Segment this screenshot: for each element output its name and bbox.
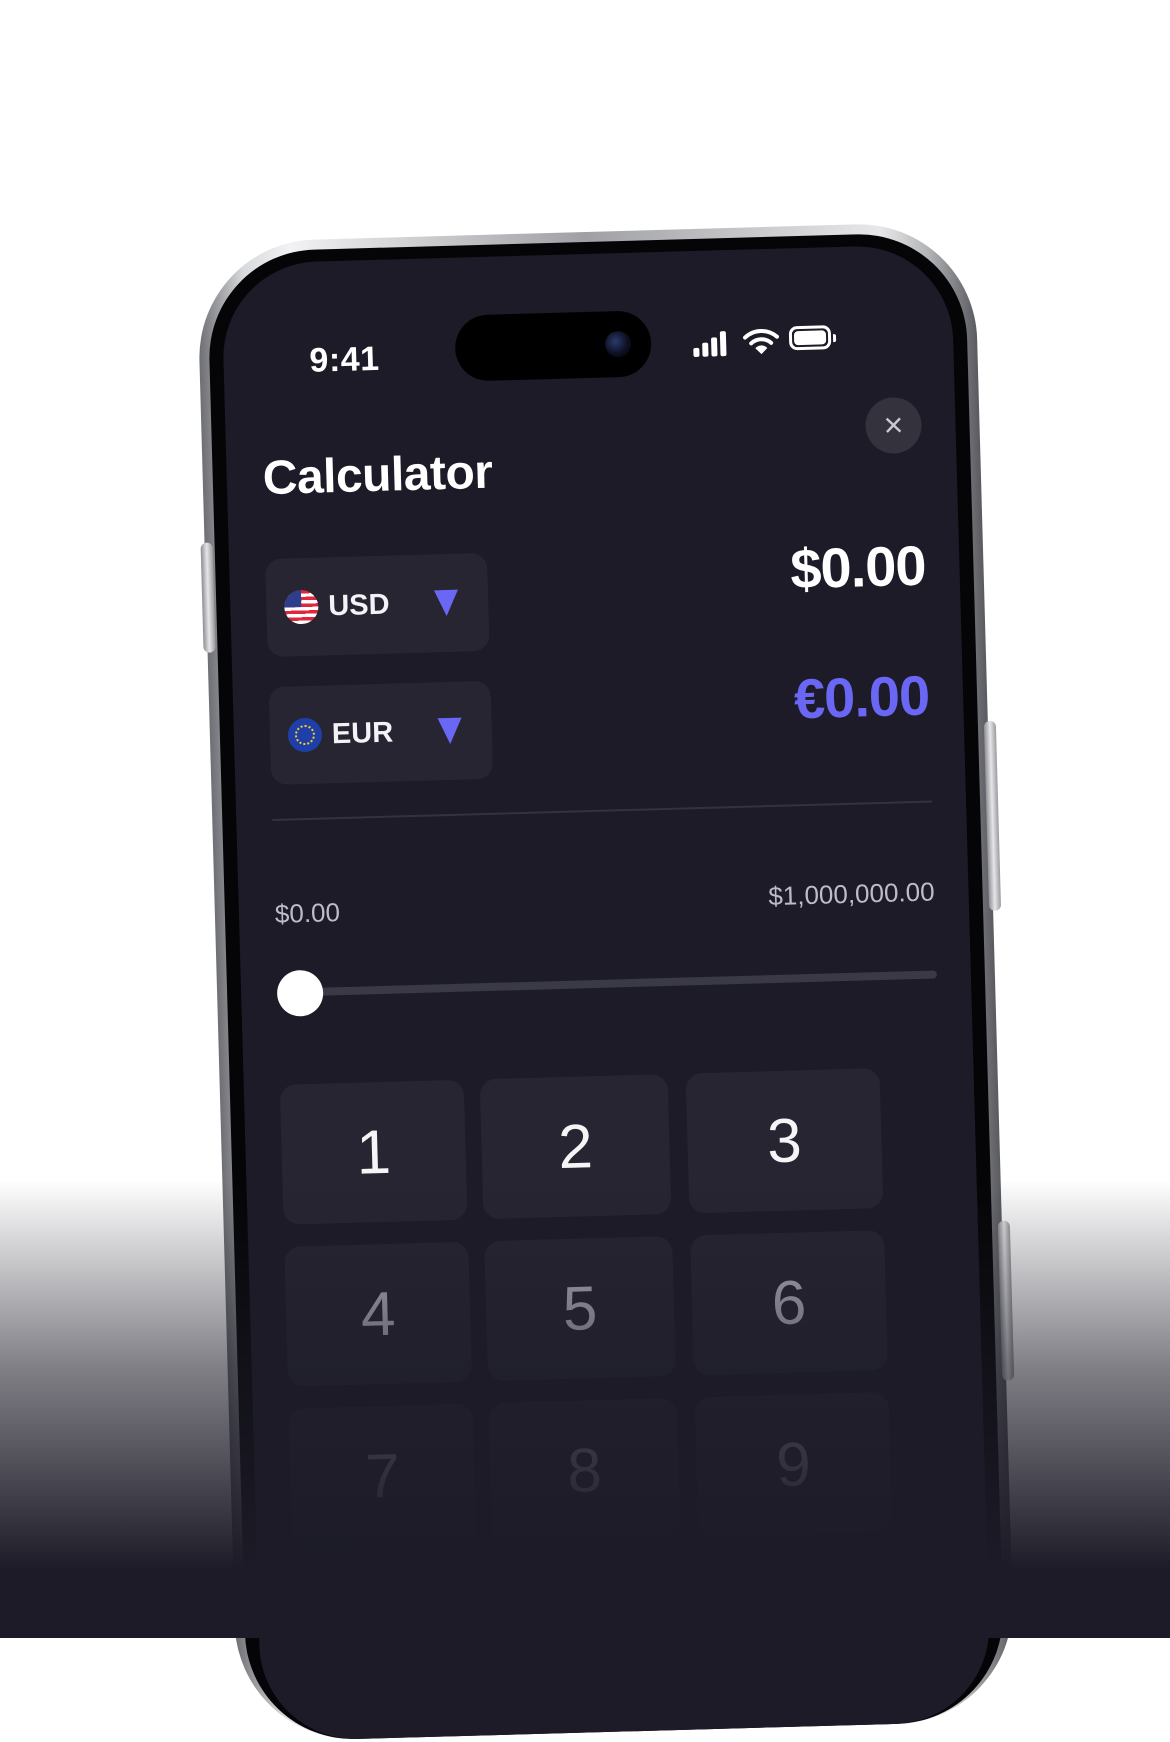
wifi-icon [743,329,779,355]
from-currency-select[interactable]: USD [265,552,490,658]
slider-max-label: $1,000,000.00 [767,876,935,912]
keypad-key-1[interactable]: 1 [279,1079,468,1225]
keypad-key-7[interactable]: 7 [288,1403,477,1549]
chevron-down-icon [433,589,459,617]
keypad-key-8[interactable]: 8 [488,1397,681,1544]
to-currency-code: EUR [331,716,394,750]
amount-slider-track[interactable] [301,970,937,997]
chevron-down-icon [437,717,463,745]
keypad-key-5[interactable]: 5 [484,1235,676,1382]
keypad-key-2[interactable]: 2 [479,1074,672,1220]
keypad-key-4[interactable]: 4 [284,1241,473,1387]
status-bar: 9:41 [221,244,954,384]
phone-bezel: 9:41 × Calculator USD $0.00 EUR €0.00 $0… [206,231,1006,1742]
number-keypad: 1 2 3 4 5 6 7 8 9 [279,1066,940,1549]
close-button[interactable]: × [864,396,923,455]
camera-lens-icon [604,330,632,358]
phone-lower-button [997,1220,1015,1381]
eu-flag-icon [287,717,323,753]
phone-screen: 9:41 × Calculator USD $0.00 EUR €0.00 $0… [220,243,992,1742]
us-flag-icon [283,589,319,625]
keypad-key-9[interactable]: 9 [694,1391,893,1538]
cellular-signal-icon [693,330,732,358]
close-icon: × [883,406,904,445]
phone-side-button [200,542,216,653]
status-time: 9:41 [308,339,381,380]
page-title: Calculator [262,445,494,506]
phone-frame: 9:41 × Calculator USD $0.00 EUR €0.00 $0… [196,221,1016,1742]
amount-slider-thumb[interactable] [276,969,324,1017]
slider-min-label: $0.00 [274,897,341,929]
phone-power-button [983,720,1002,911]
keypad-key-6[interactable]: 6 [690,1230,888,1376]
dynamic-island [454,310,653,382]
section-divider [272,800,933,821]
from-amount: $0.00 [789,533,927,601]
from-currency-code: USD [327,588,390,622]
to-currency-select[interactable]: EUR [268,680,494,785]
keypad-key-3[interactable]: 3 [685,1068,884,1214]
to-amount: €0.00 [793,663,930,731]
battery-icon [788,325,832,351]
